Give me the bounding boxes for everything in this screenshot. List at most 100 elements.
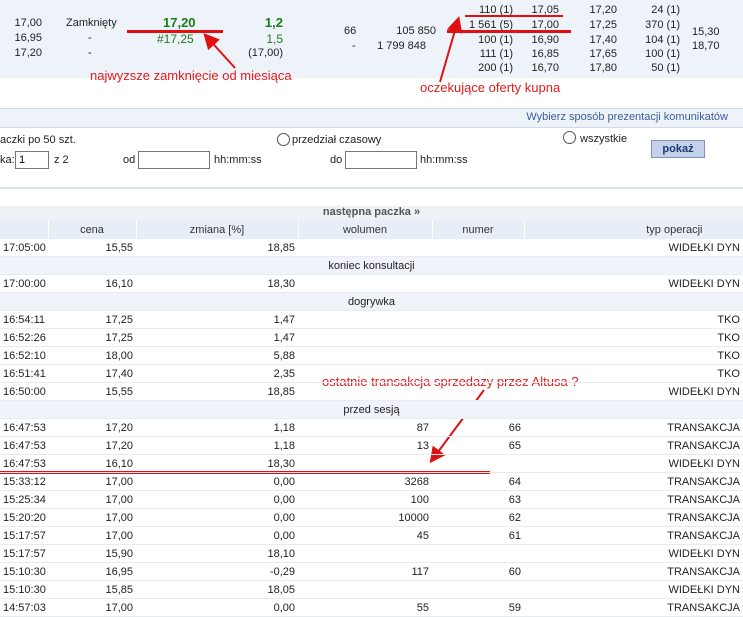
price-cell: 16,10 [48, 454, 136, 473]
price-cell: 17,25 [48, 310, 136, 329]
operation-cell: TRANSAKCJA [524, 472, 743, 491]
arrow-close [203, 33, 236, 69]
table-row: 15:33:12 17,00 0,00 3268 64 TRANSAKCJA [0, 472, 743, 491]
change-cell: 5,88 [136, 346, 298, 365]
change-cell: 1,18 [136, 436, 298, 455]
operation-cell: TKO [524, 328, 743, 347]
operation-cell: WIDEŁKI DYN [524, 382, 743, 401]
table-row: 15:10:30 16,95 -0,29 117 60 TRANSAKCJA [0, 562, 743, 581]
change-cell: 18,85 [136, 382, 298, 401]
radio-interval[interactable] [277, 133, 290, 146]
change-cell: 18,10 [136, 544, 298, 563]
price-cell: 15,55 [48, 382, 136, 401]
operation-cell: WIDEŁKI DYN [524, 580, 743, 599]
section-row: dogrywka [0, 292, 743, 311]
number-cell: 60 [432, 562, 524, 581]
time-cell: 15:20:20 [0, 508, 48, 527]
change-cell: 18,85 [136, 239, 298, 257]
table-row: 16:50:00 15,55 18,85 WIDEŁKI DYN [0, 382, 743, 401]
radio-interval-label: przedział czasowy [292, 134, 382, 146]
time-cell: 17:05:00 [0, 239, 48, 257]
number-cell: 66 [432, 418, 524, 437]
time-cell: 15:33:12 [0, 472, 48, 491]
table-row: 15:10:30 15,85 18,05 WIDEŁKI DYN [0, 580, 743, 599]
table-row: 16:51:41 17,40 2,35 TKO [0, 364, 743, 383]
trades-table: cena zmiana [%] wolumen numer typ operacji 1… [0, 220, 743, 617]
price-cell: 17,00 [48, 508, 136, 527]
volume-cell: 45 [298, 526, 432, 545]
table-row: 17:00:00 16,10 18,30 WIDEŁKI DYN [0, 274, 743, 293]
number-cell [432, 310, 524, 329]
operation-cell: WIDEŁKI DYN [524, 544, 743, 563]
time-cell: 16:51:41 [0, 364, 48, 383]
operation-cell: WIDEŁKI DYN [524, 454, 743, 473]
time-cell: 16:47:53 [0, 418, 48, 437]
time-cell: 16:52:26 [0, 328, 48, 347]
volume-cell: 117 [298, 562, 432, 581]
time-cell: 16:47:53 [0, 436, 48, 455]
change-cell: 18,30 [136, 274, 298, 293]
next-pack-link[interactable]: następna paczka » [0, 206, 743, 220]
arrow-bids [439, 16, 463, 83]
volume-cell [298, 382, 432, 401]
table-row: 16:47:53 17,20 1,18 13 65 TRANSAKCJA [0, 436, 743, 455]
change-cell: 18,05 [136, 580, 298, 599]
change-cell: 1,18 [136, 418, 298, 437]
number-cell [432, 364, 524, 383]
time-cell: 17:00:00 [0, 274, 48, 293]
table-row: 15:20:20 17,00 0,00 10000 62 TRANSAKCJA [0, 508, 743, 527]
section-label: koniec konsultacji [0, 256, 743, 275]
number-cell [432, 328, 524, 347]
operation-cell: TRANSAKCJA [524, 490, 743, 509]
price-cell: 15,85 [48, 580, 136, 599]
column-header: zmiana [%] [136, 220, 299, 239]
annotation-buy-orders: oczekujące oferty kupna [420, 80, 561, 95]
volume-cell [298, 364, 432, 383]
show-button[interactable]: pokaż [651, 140, 705, 158]
change-cell: 2,35 [136, 364, 298, 383]
volume-cell [298, 580, 432, 599]
operation-cell: TRANSAKCJA [524, 436, 743, 455]
number-cell: 61 [432, 526, 524, 545]
number-cell: 64 [432, 472, 524, 491]
number-cell [432, 454, 524, 473]
number-cell: 59 [432, 598, 524, 617]
from-time-input[interactable] [138, 151, 210, 169]
page-input[interactable] [15, 151, 49, 169]
operation-cell: TKO [524, 364, 743, 383]
volume-cell: 3268 [298, 472, 432, 491]
volume-cell [298, 310, 432, 329]
column-header: cena [48, 220, 137, 239]
from-label: od [123, 154, 136, 166]
packs-label: aczki po 50 szt. [0, 134, 76, 146]
table-row: 14:57:03 17,00 0,00 55 59 TRANSAKCJA [0, 598, 743, 617]
price-cell: 17,25 [48, 328, 136, 347]
price-cell: 17,40 [48, 364, 136, 383]
to-time-input[interactable] [345, 151, 417, 169]
time-cell: 16:50:00 [0, 382, 48, 401]
change-cell: 0,00 [136, 490, 298, 509]
number-cell [432, 239, 524, 257]
table-body: 17:05:00 15,55 18,85 WIDEŁKI DYN koniec kons… [0, 239, 743, 617]
radio-all-label: wszystkie [580, 133, 628, 145]
section-label: przed sesją [0, 400, 743, 419]
number-cell [432, 274, 524, 293]
time-cell: 15:17:57 [0, 526, 48, 545]
price-cell: 17,00 [48, 526, 136, 545]
number-cell [432, 346, 524, 365]
table-row: 16:47:53 17,20 1,18 87 66 TRANSAKCJA [0, 418, 743, 437]
radio-all[interactable] [563, 131, 576, 144]
separator [0, 187, 743, 189]
number-cell: 63 [432, 490, 524, 509]
number-cell [432, 580, 524, 599]
display-options: Wybierz sposób prezentacji komunikatów a… [0, 108, 743, 190]
change-cell: 0,00 [136, 526, 298, 545]
price-cell: 15,55 [48, 239, 136, 257]
operation-cell: WIDEŁKI DYN [524, 239, 743, 257]
volume-cell: 55 [298, 598, 432, 617]
change-cell: 0,00 [136, 598, 298, 617]
volume-cell [298, 346, 432, 365]
volume-cell [298, 544, 432, 563]
page-label: ka: [0, 154, 15, 166]
price-cell: 17,20 [48, 436, 136, 455]
